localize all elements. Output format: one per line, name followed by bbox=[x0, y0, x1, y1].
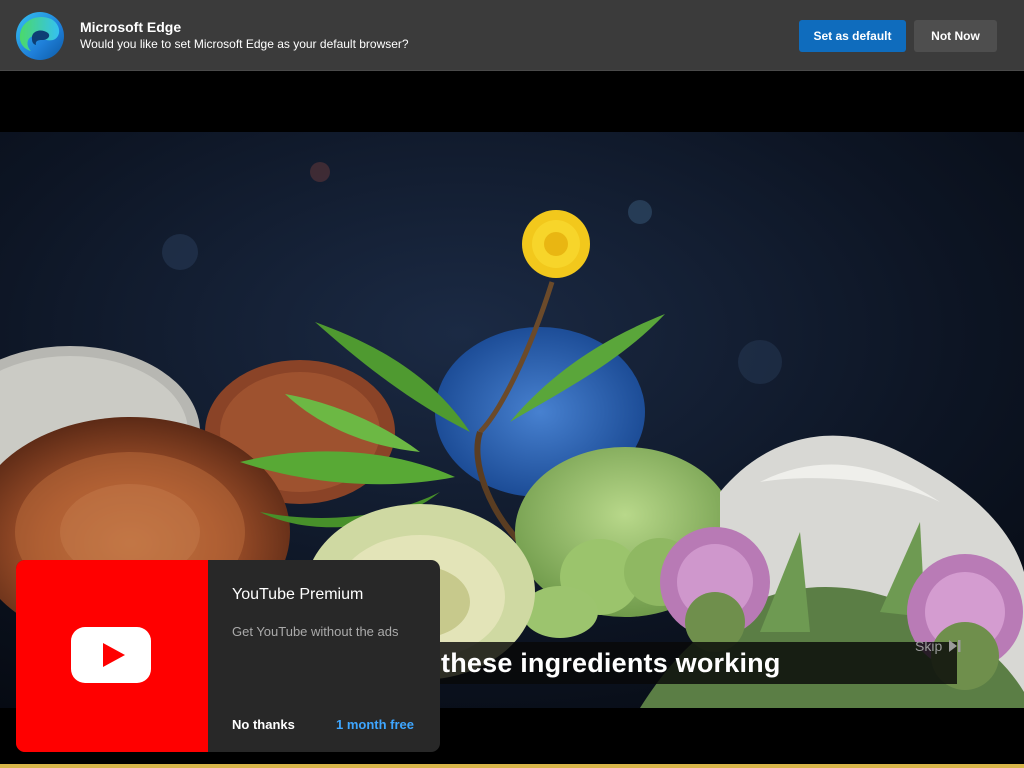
youtube-premium-popup: YouTube Premium Get YouTube without the … bbox=[16, 560, 440, 752]
premium-subtitle: Get YouTube without the ads bbox=[232, 624, 399, 639]
edge-default-browser-bar: Microsoft Edge Would you like to set Mic… bbox=[0, 0, 1024, 71]
skip-label: Skip bbox=[915, 638, 943, 654]
bottom-edge-strip bbox=[0, 764, 1024, 768]
set-as-default-button[interactable]: Set as default bbox=[799, 20, 906, 52]
one-month-free-button[interactable]: 1 month free bbox=[336, 717, 414, 732]
skip-ad-button[interactable]: Skip bbox=[905, 634, 975, 658]
edge-prompt-title: Microsoft Edge bbox=[80, 19, 182, 35]
premium-title: YouTube Premium bbox=[232, 586, 364, 603]
premium-logo-panel bbox=[16, 560, 208, 752]
edge-prompt-message: Would you like to set Microsoft Edge as … bbox=[80, 37, 409, 51]
not-now-button[interactable]: Not Now bbox=[914, 20, 997, 52]
youtube-play-icon bbox=[71, 627, 151, 683]
no-thanks-button[interactable]: No thanks bbox=[232, 717, 295, 732]
video-caption: these ingredients working bbox=[435, 642, 957, 684]
edge-logo-icon bbox=[16, 12, 64, 60]
skip-next-icon bbox=[949, 640, 961, 652]
